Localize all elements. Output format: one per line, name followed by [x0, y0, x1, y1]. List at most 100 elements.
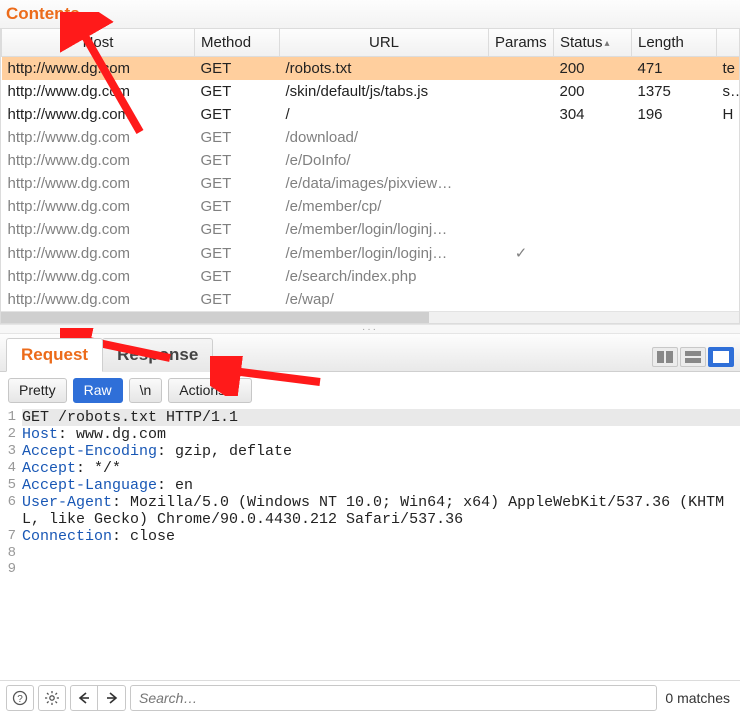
- request-editor[interactable]: 1GET /robots.txt HTTP/1.12Host: www.dg.c…: [0, 409, 740, 577]
- help-icon[interactable]: ?: [6, 685, 34, 711]
- cell-status: [554, 265, 632, 288]
- cell-length: [632, 265, 717, 288]
- layout-side-by-side-icon[interactable]: [652, 347, 678, 367]
- requests-table-container: Host Method URL Params Status▴ Length ht…: [0, 29, 740, 324]
- cell-length: 1375: [632, 80, 717, 103]
- cell-extra: [717, 288, 740, 311]
- cell-length: [632, 218, 717, 241]
- col-extra[interactable]: [717, 29, 740, 57]
- editor-line: 5Accept-Language: en: [0, 477, 740, 494]
- cell-method: GET: [195, 149, 280, 172]
- table-row[interactable]: http://www.dg.comGET/e/member/cp/: [2, 195, 740, 218]
- col-status-label: Status: [560, 34, 603, 51]
- line-code: Host: www.dg.com: [22, 426, 740, 443]
- layout-single-icon[interactable]: [708, 347, 734, 367]
- line-number: 5: [0, 477, 22, 494]
- line-number: 9: [0, 561, 22, 577]
- cell-method: GET: [195, 80, 280, 103]
- line-code: Accept: */*: [22, 460, 740, 477]
- cell-method: GET: [195, 288, 280, 311]
- cell-extra: [717, 149, 740, 172]
- cell-extra: [717, 265, 740, 288]
- col-url[interactable]: URL: [280, 29, 489, 57]
- gear-icon[interactable]: [38, 685, 66, 711]
- cell-status: [554, 126, 632, 149]
- cell-host: http://www.dg.com: [2, 195, 195, 218]
- cell-host: http://www.dg.com: [2, 218, 195, 241]
- line-number: 1: [0, 409, 22, 426]
- newline-button[interactable]: \n: [129, 378, 163, 403]
- cell-params: [489, 126, 554, 149]
- layout-toggle-group: [652, 347, 734, 371]
- cell-params: [489, 218, 554, 241]
- table-row[interactable]: http://www.dg.comGET/skin/default/js/tab…: [2, 80, 740, 103]
- sort-asc-icon: ▴: [605, 38, 610, 49]
- detail-tab-bar: Request Response: [0, 334, 740, 372]
- cell-extra: te: [717, 57, 740, 81]
- raw-button[interactable]: Raw: [73, 378, 123, 403]
- table-row[interactable]: http://www.dg.comGET/e/member/login/logi…: [2, 241, 740, 265]
- table-row[interactable]: http://www.dg.comGET/e/search/index.php: [2, 265, 740, 288]
- table-row[interactable]: http://www.dg.comGET/e/member/login/logi…: [2, 218, 740, 241]
- table-row[interactable]: http://www.dg.comGET/e/data/images/pixvi…: [2, 172, 740, 195]
- col-params-label: Params: [495, 34, 547, 51]
- table-row[interactable]: http://www.dg.comGET/304196H: [2, 103, 740, 126]
- pretty-button[interactable]: Pretty: [8, 378, 67, 403]
- cell-method: GET: [195, 103, 280, 126]
- cell-url: /e/member/login/loginj…: [280, 241, 489, 265]
- col-length[interactable]: Length: [632, 29, 717, 57]
- cell-status: [554, 241, 632, 265]
- cell-length: [632, 195, 717, 218]
- horizontal-scrollbar[interactable]: [1, 311, 739, 323]
- col-params[interactable]: Params: [489, 29, 554, 57]
- back-button[interactable]: [70, 685, 98, 711]
- line-number: 7: [0, 528, 22, 545]
- cell-host: http://www.dg.com: [2, 265, 195, 288]
- cell-url: /download/: [280, 126, 489, 149]
- layout-stacked-icon[interactable]: [680, 347, 706, 367]
- cell-params: [489, 149, 554, 172]
- col-length-label: Length: [638, 34, 684, 51]
- requests-table[interactable]: Host Method URL Params Status▴ Length ht…: [1, 29, 740, 311]
- line-code: [22, 561, 740, 577]
- search-input[interactable]: [130, 685, 657, 711]
- editor-line: 3Accept-Encoding: gzip, deflate: [0, 443, 740, 460]
- actions-button[interactable]: Actions⌄: [168, 378, 252, 403]
- cell-host: http://www.dg.com: [2, 103, 195, 126]
- table-row[interactable]: http://www.dg.comGET/e/DoInfo/: [2, 149, 740, 172]
- cell-url: /e/member/login/loginj…: [280, 218, 489, 241]
- col-method[interactable]: Method: [195, 29, 280, 57]
- editor-line: 8: [0, 545, 740, 561]
- table-row[interactable]: http://www.dg.comGET/download/: [2, 126, 740, 149]
- line-number: 4: [0, 460, 22, 477]
- editor-toolbar: Pretty Raw \n Actions⌄: [0, 372, 740, 409]
- cell-status: [554, 172, 632, 195]
- contents-title: Contents: [0, 0, 740, 29]
- scrollbar-thumb[interactable]: [1, 312, 429, 323]
- col-status[interactable]: Status▴: [554, 29, 632, 57]
- cell-params: [489, 103, 554, 126]
- cell-params: [489, 265, 554, 288]
- cell-length: [632, 149, 717, 172]
- cell-method: GET: [195, 218, 280, 241]
- match-count: 0 matches: [661, 690, 734, 706]
- pane-splitter[interactable]: ···: [0, 324, 740, 334]
- col-host[interactable]: Host: [2, 29, 195, 57]
- forward-button[interactable]: [98, 685, 126, 711]
- cell-extra: H: [717, 103, 740, 126]
- cell-params: ✓: [489, 241, 554, 265]
- col-method-label: Method: [201, 34, 251, 51]
- cell-length: 471: [632, 57, 717, 81]
- line-code: User-Agent: Mozilla/5.0 (Windows NT 10.0…: [22, 494, 740, 528]
- table-row[interactable]: http://www.dg.comGET/robots.txt200471te: [2, 57, 740, 81]
- cell-method: GET: [195, 265, 280, 288]
- cell-extra: [717, 241, 740, 265]
- table-row[interactable]: http://www.dg.comGET/e/wap/: [2, 288, 740, 311]
- editor-line: 6User-Agent: Mozilla/5.0 (Windows NT 10.…: [0, 494, 740, 528]
- cell-host: http://www.dg.com: [2, 126, 195, 149]
- cell-method: GET: [195, 195, 280, 218]
- tab-request[interactable]: Request: [6, 338, 103, 372]
- tab-response[interactable]: Response: [102, 338, 213, 372]
- cell-host: http://www.dg.com: [2, 57, 195, 81]
- actions-label: Actions: [179, 382, 225, 398]
